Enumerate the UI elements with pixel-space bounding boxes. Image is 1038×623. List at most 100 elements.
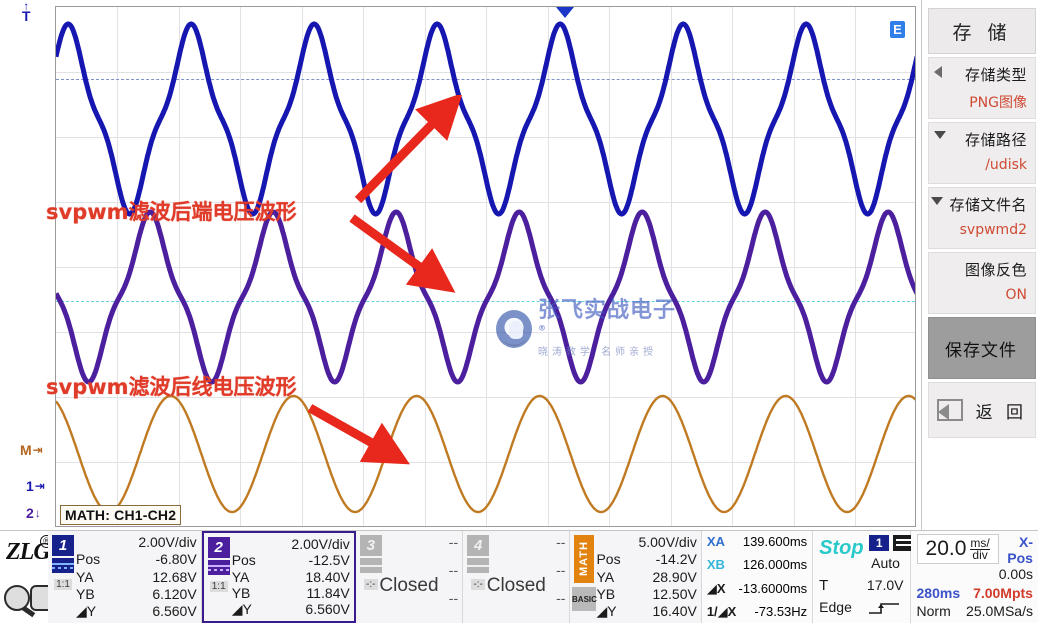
ch2-offset-marker[interactable]: 2 ↓	[26, 505, 41, 521]
sample-rate: 25.0MSa/s	[966, 603, 1033, 619]
back-arrow-icon	[937, 399, 963, 421]
freq-value: -73.53Hz	[754, 603, 808, 619]
timebase-scale-value: 20.0	[925, 537, 967, 560]
waveform-traces	[56, 21, 915, 514]
channel-4-status[interactable]: 4 -:- -- -- -- Closed	[463, 531, 571, 623]
math-tag-column: MATH BASIC	[572, 533, 597, 621]
ch2-probe-ratio: 1:1	[209, 581, 228, 592]
ch1-offset-marker[interactable]: 1 ⇥	[26, 478, 45, 494]
run-state-label[interactable]: Stop	[819, 537, 863, 560]
math-channel-status[interactable]: MATH BASIC 5.00V/div Pos -14.2V YA 28.90V …	[570, 531, 702, 623]
menu-item-storage-path[interactable]: 存储路径 /udisk	[928, 122, 1036, 184]
chevron-left-icon	[934, 66, 942, 78]
xb-value: 126.000ms	[742, 557, 808, 573]
ch2-pos: -12.5V	[308, 552, 350, 569]
math-pos-key: Pos	[596, 551, 621, 568]
waveform-display[interactable]: E 张飞实战电子® 晓涛教学 名师亲授	[55, 6, 916, 527]
math-readout: 5.00V/div Pos -14.2V YA 28.90V YB 12.50V ◢Y…	[596, 533, 696, 621]
ch1-pos-key: Pos	[76, 551, 101, 568]
math-trace	[56, 394, 915, 514]
ch2-number-badge[interactable]: 2	[207, 537, 230, 558]
channel-2-status[interactable]: 2 1:1 2.00V/div Pos -12.5V YA 18.40V YB 11.…	[201, 531, 356, 623]
ch2-marker-label: 2	[26, 505, 34, 521]
ch2-yb: 11.84V	[306, 584, 350, 601]
ch1-coupling-icon	[52, 558, 75, 573]
cursor-measurement-panel[interactable]: XA 139.600ms XB 126.000ms ◢X -13.6000ms 1/◢…	[701, 531, 814, 623]
ch1-yb: 6.120V	[152, 585, 197, 602]
xb-key: XB	[706, 557, 725, 573]
math-source-label: MATH: CH1-CH2	[60, 505, 182, 525]
channel-marker-gutter: ↑ T M ⇥ 1 ⇥ 2 ↓	[0, 0, 56, 530]
ch3-number-badge[interactable]: 3	[359, 535, 382, 556]
ch3-coupling-icon	[359, 558, 382, 573]
menu-item-storage-type[interactable]: 存储类型 PNG图像	[928, 57, 1036, 119]
math-arrow-icon: ⇥	[32, 443, 43, 457]
ch2-ya: 18.40V	[305, 568, 350, 585]
menu-item-back[interactable]: 返 回	[928, 382, 1036, 438]
watermark-sub: 晓涛教学 名师亲授	[537, 347, 658, 358]
x-pos-value: 0.00s	[998, 566, 1033, 582]
ch1-ya-key: YA	[76, 568, 94, 585]
ch1-ya: 12.68V	[152, 568, 197, 585]
menu-item-storage-type-value: PNG图像	[969, 95, 1027, 111]
math-basic-badge: BASIC	[572, 587, 597, 611]
watermark-text: 张飞实战电子® 晓涛教学 名师亲授	[538, 300, 676, 358]
acquisition-mode: Norm	[916, 603, 951, 619]
math-ya: 28.90V	[652, 568, 697, 585]
timebase-scale-box[interactable]: 20.0 ms/ div	[916, 534, 999, 564]
timebase-panel[interactable]: 20.0 ms/ div X-Pos 0.00s 280ms 7.00Mpts …	[910, 531, 1038, 623]
ch4-closed-text: Closed	[486, 575, 546, 596]
acquisition-duration: 280ms	[916, 585, 961, 601]
menu-title: 存 储	[928, 8, 1036, 54]
ch2-coupling-icon	[207, 560, 230, 575]
math-offset-marker[interactable]: M ⇥	[20, 442, 43, 458]
ch2-tag-column: 2 1:1	[206, 535, 232, 619]
ch1-probe-ratio: 1:1	[54, 579, 72, 590]
math-dy: 16.40V	[652, 603, 697, 619]
ch1-trace	[56, 21, 915, 217]
xa-key: XA	[706, 534, 725, 549]
ch2-yb-key: YB	[231, 584, 251, 601]
trigger-panel[interactable]: Stop 1 Auto T 17.0V Edge	[813, 531, 916, 623]
ch1-number-badge[interactable]: 1	[52, 535, 75, 556]
status-bar: ZLG ® 1 1:1 2.00V/div Pos -6.80V YA 12.68V…	[0, 530, 1038, 623]
ch2-trace	[56, 209, 915, 385]
ch4-number-badge[interactable]: 4	[467, 535, 490, 556]
annotation-arrow-3	[307, 404, 410, 465]
annotation-arrow-2	[349, 214, 456, 293]
ch2-readout: 2.00V/div Pos -12.5V YA 18.40V YB 11.84V ◢Y…	[232, 535, 350, 619]
trigger-source-badge[interactable]: 1	[869, 535, 890, 551]
dx-key: ◢X	[706, 580, 726, 596]
menu-item-invert-image[interactable]: 图像反色 ON	[928, 252, 1036, 314]
timebase-unit-num: ms/	[970, 535, 990, 550]
menu-item-filename[interactable]: 存储文件名 svpwmd2	[928, 187, 1036, 249]
chevron-down-icon	[931, 197, 943, 205]
trigger-level-value: 17.0V	[866, 577, 904, 593]
trigger-type-label: Edge	[819, 599, 852, 615]
annotation-arrow-1	[354, 95, 463, 204]
channel-3-status[interactable]: 3 -:- -- -- -- Closed	[355, 531, 464, 623]
ch2-arrow-icon: ↓	[34, 506, 41, 520]
ch1-pos: -6.80V	[155, 551, 197, 568]
ch2-dy-key: ◢Y	[231, 601, 252, 617]
probe-round-icon[interactable]	[4, 585, 30, 611]
watermark-logo-icon	[496, 310, 532, 348]
freq-key: 1/◢X	[706, 603, 737, 619]
ch2-dy: 6.560V	[305, 601, 350, 617]
x-pos-key: X-Pos	[1007, 534, 1033, 566]
trigger-position-icon[interactable]	[556, 7, 574, 18]
annotation-phase-voltage: svpwm滤波后端电压波形	[46, 200, 297, 224]
watermark-tm: ®	[537, 323, 547, 333]
menu-item-filename-value: svpwmd2	[959, 222, 1027, 238]
menu-item-invert-image-label: 图像反色	[964, 261, 1027, 279]
chevron-down-icon	[934, 131, 946, 139]
ch2-ya-key: YA	[231, 568, 250, 585]
math-yb-key: YB	[596, 585, 616, 602]
math-badge[interactable]: MATH	[574, 535, 595, 583]
channel-1-status[interactable]: 1 1:1 2.00V/div Pos -6.80V YA 12.68V YB 6.1…	[48, 531, 202, 623]
menu-item-save-file[interactable]: 保存文件	[928, 317, 1036, 379]
menu-item-filename-label: 存储文件名	[949, 196, 1027, 214]
trigger-level-marker[interactable]: ↑ T	[22, 0, 31, 23]
ch1-dy: 6.560V	[152, 603, 197, 619]
ch1-marker-label: 1	[26, 478, 34, 494]
